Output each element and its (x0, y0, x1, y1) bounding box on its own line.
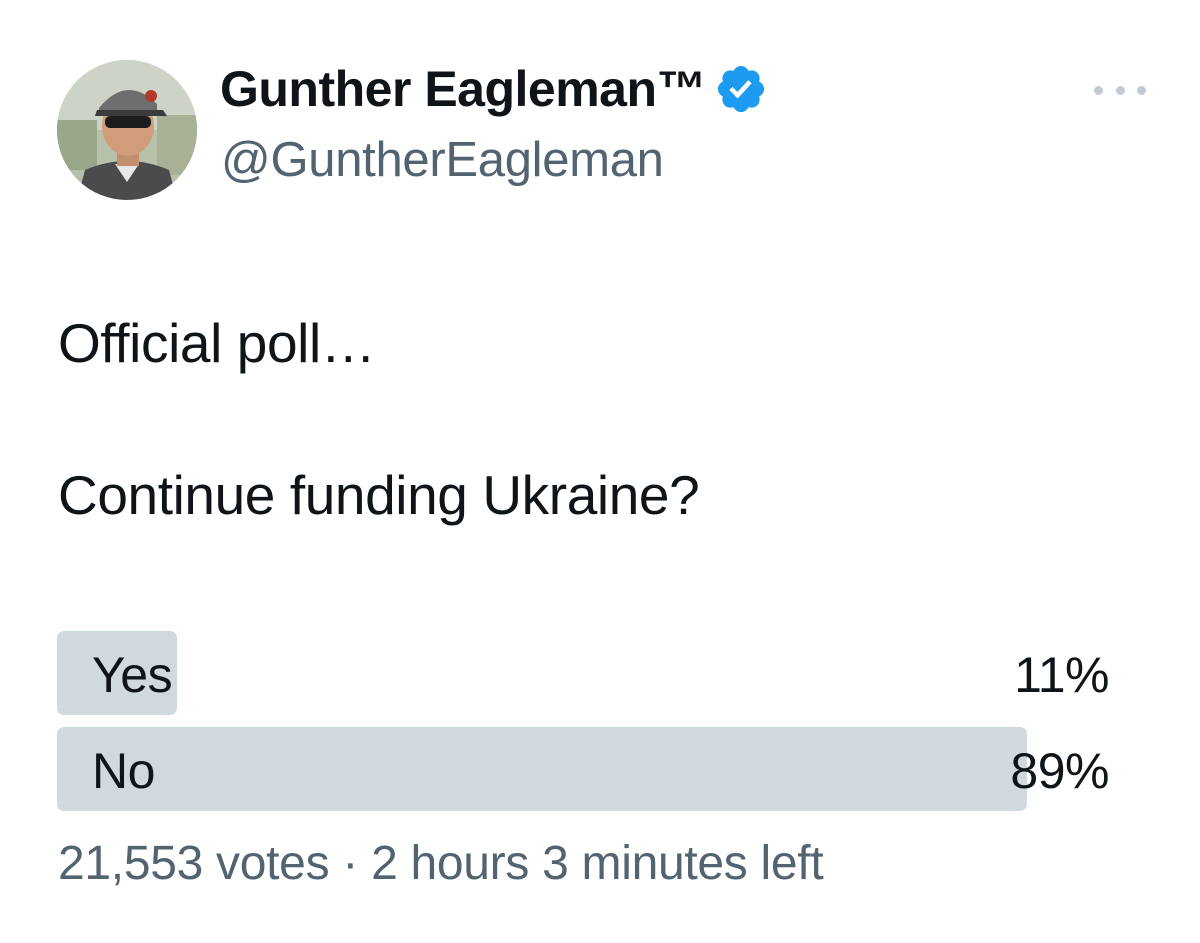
poll-option-label: Yes (92, 647, 173, 703)
poll: Yes 11% No 89% (57, 631, 1111, 823)
poll-option-percent: 89% (1010, 743, 1109, 799)
avatar[interactable] (57, 60, 197, 200)
author-handle[interactable]: @GuntherEagleman (221, 132, 664, 188)
author-name-row[interactable]: Gunther Eagleman™ (220, 56, 768, 122)
verified-badge-icon (717, 65, 765, 113)
poll-meta-separator: · (342, 837, 359, 890)
tweet-text: Official poll… Continue funding Ukraine? (58, 305, 1138, 533)
more-options-icon[interactable] (1094, 80, 1146, 100)
profile-photo-icon (57, 60, 197, 200)
tweet-card: Gunther Eagleman™ @GuntherEagleman Offic… (0, 0, 1200, 943)
tweet-text-line: Continue funding Ukraine? (58, 464, 700, 526)
poll-option-percent: 11% (1014, 647, 1109, 703)
poll-option-no[interactable]: No 89% (57, 727, 1111, 811)
display-name[interactable]: Gunther Eagleman™ (220, 60, 707, 118)
poll-time-left: 2 hours 3 minutes left (371, 837, 824, 890)
poll-vote-count: 21,553 votes (58, 837, 330, 890)
poll-option-label: No (92, 743, 155, 799)
poll-result-bar (57, 727, 1027, 811)
poll-meta: 21,553 votes · 2 hours 3 minutes left (58, 836, 824, 891)
tweet-text-line: Official poll… (58, 312, 376, 374)
poll-option-yes[interactable]: Yes 11% (57, 631, 1111, 715)
